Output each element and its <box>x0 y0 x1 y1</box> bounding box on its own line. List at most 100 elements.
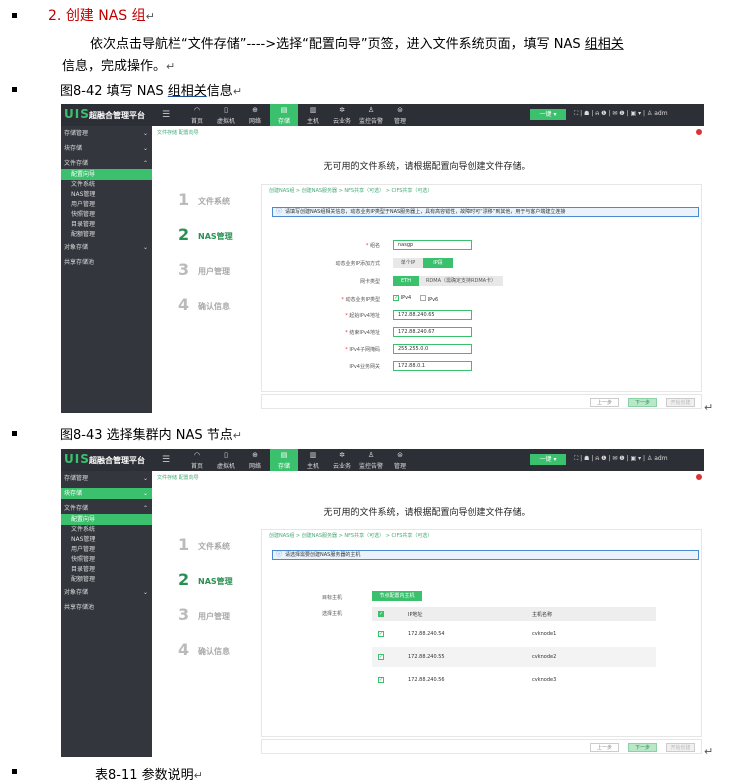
select-all-checkbox[interactable]: ✓ <box>378 611 384 617</box>
sidebar-item-label: 配额管理 <box>71 576 96 583</box>
sidebar-item-quota-mgmt[interactable]: 配额管理 <box>61 229 152 240</box>
eth-option[interactable]: ETH <box>393 276 419 286</box>
nav-storage[interactable]: ▤ 存储 <box>270 449 298 471</box>
sidebar-item-label: 块存储 <box>64 490 83 497</box>
sidebar-item-block-storage[interactable]: 块存储 ⌄ <box>61 488 152 499</box>
sidebar-item-label: 目录管理 <box>71 221 96 228</box>
nav-label: 首页 <box>190 463 203 470</box>
sidebar-item-storage-mgmt[interactable]: 存储管理 ⌄ <box>61 473 152 484</box>
nav-icon: ▯ <box>224 451 228 459</box>
prev-button[interactable]: 上一步 <box>590 398 619 407</box>
ipv4-checkbox[interactable]: ✓ IPv4 <box>393 295 411 301</box>
host-table-row[interactable]: ✓ 172.88.240.54 cvknode1 <box>372 624 656 644</box>
host-name: cvknode3 <box>532 677 557 683</box>
group-name-input[interactable]: nasgp <box>393 240 472 250</box>
nav-storage[interactable]: ▤ 存储 <box>270 104 298 126</box>
figure-caption-8-42: 图8-42 填写 NAS 组相关信息↵ <box>60 84 243 99</box>
nav-monitor[interactable]: ♙ 监控告警 <box>357 104 385 126</box>
menu-icon[interactable]: ☰ <box>162 110 170 120</box>
host-checkbox[interactable]: ✓ <box>378 631 384 637</box>
top-toolbar-icons[interactable]: ⛶ | ☗ | ⍾ ❶ | ✉ ❶ | ▣ ▾ | ♙ adm <box>574 110 668 118</box>
nav-home[interactable]: ◠ 首页 <box>183 449 211 471</box>
sidebar-item-object-storage[interactable]: 对象存储 ⌄ <box>61 587 152 598</box>
start-ip-label: * 起始IPv4地址 <box>345 313 380 319</box>
rdma-option[interactable]: RDMA（需确定支持RDMA卡） <box>419 276 503 286</box>
sidebar-item-block-storage[interactable]: 块存储 ⌄ <box>61 143 152 154</box>
nav-admin[interactable]: ⊜ 管理 <box>386 104 414 126</box>
nav-network[interactable]: ⊕ 网络 <box>241 449 269 471</box>
step-number: 2 <box>178 225 190 244</box>
step-number: 1 <box>178 535 190 554</box>
nav-icon: ▤ <box>280 451 288 459</box>
top-toolbar-icons[interactable]: ⛶ | ☗ | ⍾ ❶ | ✉ ❶ | ▣ ▾ | ♙ adm <box>574 455 668 463</box>
platform-title: 超融合管理平台 <box>89 456 145 465</box>
prev-button[interactable]: 上一步 <box>590 743 619 752</box>
nav-cloud[interactable]: ✲ 云业务 <box>328 104 356 126</box>
sidebar-item-file-storage[interactable]: 文件存储 ⌃ <box>61 503 152 514</box>
nav-host[interactable]: ▥ 主机 <box>299 449 327 471</box>
nav-vm[interactable]: ▯ 虚拟机 <box>212 104 240 126</box>
chevron-icon: ⌄ <box>142 475 148 482</box>
sidebar-item-file-storage[interactable]: 文件存储 ⌃ <box>61 158 152 169</box>
start-ip-input[interactable]: 172.88.240.65 <box>393 310 472 320</box>
host-checkbox[interactable]: ✓ <box>378 654 384 660</box>
screenshot-nas-group-form: UIS 超融合管理平台 ☰ 一键 ▾ ⛶ | ☗ | ⍾ ❶ | ✉ ❶ | ▣… <box>61 104 704 413</box>
nav-icon: ◠ <box>193 106 201 114</box>
sidebar: 存储管理 ⌄ 块存储 ⌄ 文件存储 ⌃ 配置向导 文件系统 NAS管理 用户管理 快照管理 目录管理配… <box>61 471 152 757</box>
target-host-button[interactable]: 节点配置内主机 <box>372 591 422 601</box>
close-icon[interactable] <box>696 474 702 480</box>
wizard-step-1: 1 文件系统 <box>166 529 259 562</box>
step-number: 1 <box>178 190 190 209</box>
step-label: 用户管理 <box>198 267 230 276</box>
host-table-row[interactable]: ✓ 172.88.240.55 cvknode2 <box>372 647 656 667</box>
nav-icon: ⊜ <box>397 451 403 459</box>
sidebar-item-label: 共享存储池 <box>64 259 95 266</box>
single-ip-option[interactable]: 单个IP <box>393 258 423 268</box>
nav-host[interactable]: ▥ 主机 <box>299 104 327 126</box>
sidebar-item-object-storage[interactable]: 对象存储 ⌄ <box>61 242 152 253</box>
host-table-row[interactable]: ✓ 172.88.240.56 cvknode3 <box>372 670 656 690</box>
nav-admin[interactable]: ⊜ 管理 <box>386 449 414 471</box>
start-create-button[interactable]: 开始创建 <box>666 398 695 407</box>
bullet <box>12 13 17 18</box>
chevron-icon: ⌄ <box>142 130 148 137</box>
chevron-icon: ⌄ <box>142 490 148 497</box>
nav-monitor[interactable]: ♙ 监控告警 <box>357 449 385 471</box>
wizard-step-1: 1 文件系统 <box>166 184 259 217</box>
wizard-step-4: 4 确认信息 <box>166 634 259 667</box>
one-click-button[interactable]: 一键 ▾ <box>530 454 566 465</box>
sidebar-item-label: 对象存储 <box>64 244 89 251</box>
sidebar-item-storage-mgmt[interactable]: 存储管理 ⌄ <box>61 128 152 139</box>
sidebar-item-quota-mgmt[interactable]: 配额管理 <box>61 574 152 585</box>
one-click-button[interactable]: 一键 ▾ <box>530 109 566 120</box>
host-name: cvknode1 <box>532 631 557 637</box>
nav-icon: ▥ <box>309 106 317 114</box>
close-icon[interactable] <box>696 129 702 135</box>
info-banner: ⓘ 请选择需要创建NAS服务器的主机 <box>272 550 699 560</box>
nav-home[interactable]: ◠ 首页 <box>183 104 211 126</box>
sidebar-item-label: 文件存储 <box>64 505 89 512</box>
nav-network[interactable]: ⊕ 网络 <box>241 104 269 126</box>
panel-breadcrumb: 创建NAS组 > 创建NAS服务器 > NFS共享（可选） > CIFS共享（可… <box>269 188 433 194</box>
sidebar-item-shared-pool[interactable]: 共享存储池 <box>61 602 152 613</box>
gateway-input[interactable]: 172.88.0.1 <box>393 361 472 371</box>
step-label: NAS管理 <box>198 232 233 241</box>
ipv6-checkbox[interactable]: IPv6 <box>420 295 438 303</box>
sidebar-item-shared-pool[interactable]: 共享存储池 <box>61 257 152 268</box>
target-host-label: 目标主机 <box>321 595 342 601</box>
wizard-step-3: 3 用户管理 <box>166 254 259 287</box>
wizard-step-3: 3 用户管理 <box>166 599 259 632</box>
menu-icon[interactable]: ☰ <box>162 455 170 465</box>
subnet-mask-input[interactable]: 255.255.0.0 <box>393 344 472 354</box>
next-button[interactable]: 下一步 <box>628 743 657 752</box>
nav-label: 管理 <box>393 463 406 470</box>
screenshot-nas-node-select: UIS 超融合管理平台 ☰ 一键 ▾ ⛶ | ☗ | ⍾ ❶ | ✉ ❶ | ▣… <box>61 449 704 757</box>
nav-cloud[interactable]: ✲ 云业务 <box>328 449 356 471</box>
sidebar-item-label: 对象存储 <box>64 589 89 596</box>
ip-range-option[interactable]: IP段 <box>423 258 453 268</box>
next-button[interactable]: 下一步 <box>628 398 657 407</box>
nav-vm[interactable]: ▯ 虚拟机 <box>212 449 240 471</box>
end-ip-input[interactable]: 172.88.240.67 <box>393 327 472 337</box>
host-checkbox[interactable]: ✓ <box>378 677 384 683</box>
start-create-button[interactable]: 开始创建 <box>666 743 695 752</box>
